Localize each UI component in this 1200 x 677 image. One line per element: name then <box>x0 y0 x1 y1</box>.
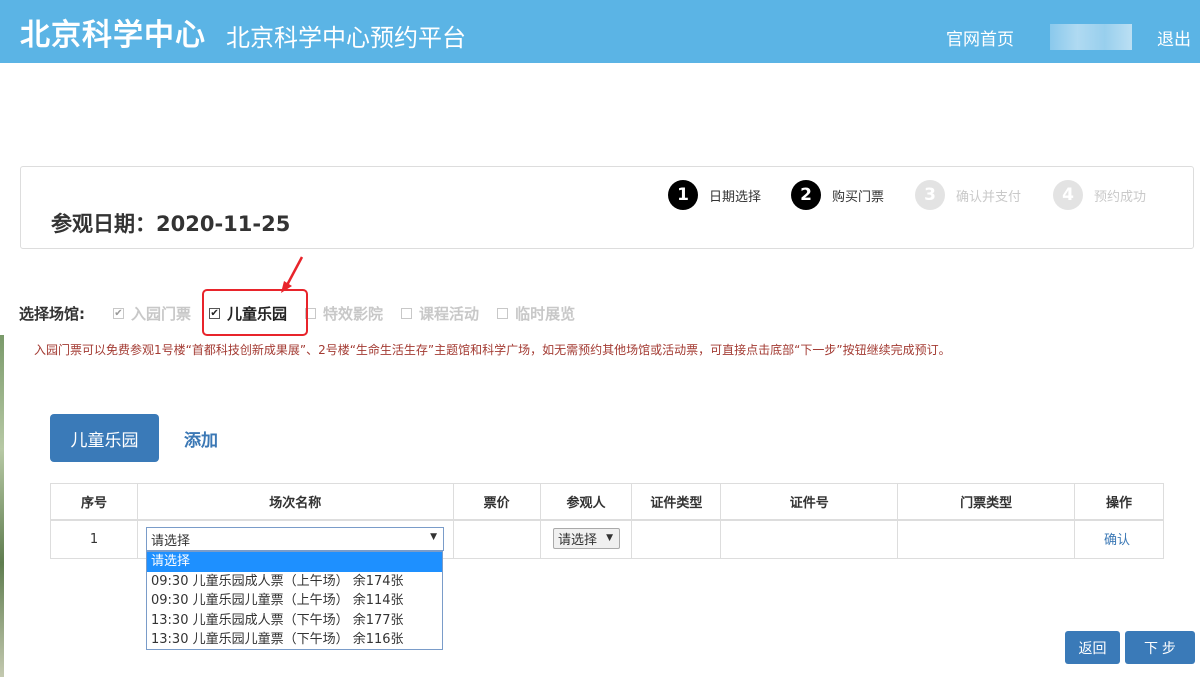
step-4: 4 预约成功 <box>1053 180 1146 210</box>
logout-link[interactable]: 退出 <box>1157 25 1191 50</box>
column-header: 操作 <box>1074 483 1164 521</box>
step-4-label: 预约成功 <box>1094 189 1147 205</box>
step-4-number: 4 <box>1053 180 1083 210</box>
step-2-label: 购买门票 <box>832 189 885 205</box>
notice-text: 入园门票可以免费参观1号楼“首都科技创新成果展”、2号楼“生命生活生存”主题馆和… <box>34 343 951 357</box>
tab-kids-park[interactable]: 儿童乐园 <box>50 414 159 462</box>
checkbox-checked-icon[interactable]: ✔ <box>113 307 124 319</box>
column-header: 证件类型 <box>631 483 722 521</box>
column-header: 参观人 <box>539 483 633 521</box>
annotation-arrow-icon <box>281 256 304 293</box>
venue-option-label: 入园门票 <box>131 304 192 323</box>
id-type-cell <box>631 519 722 559</box>
step-3-label: 确认并支付 <box>956 189 1022 205</box>
venue-option-courses[interactable]: 课程活动 <box>401 303 479 324</box>
step-3-number: 3 <box>915 180 945 210</box>
next-step-button[interactable]: 下 步 <box>1125 631 1195 664</box>
visitor-select-value: 请选择 <box>558 533 598 548</box>
venue-option-temp-exhibit[interactable]: 临时展览 <box>497 303 575 324</box>
column-header: 门票类型 <box>897 483 1076 521</box>
session-option[interactable]: 09:30 儿童乐园儿童票（上午场） 余114张 <box>147 591 442 611</box>
step-2: 2 购买门票 <box>791 180 884 210</box>
date-panel: 参观日期：2020-11-25 1 日期选择 2 购买门票 3 确认并支付 4 … <box>20 166 1194 249</box>
session-option[interactable]: 09:30 儿童乐园成人票（上午场） 余174张 <box>147 572 442 592</box>
back-button[interactable]: 返回 <box>1065 631 1120 664</box>
annotation-highlight-box <box>202 289 308 336</box>
platform-title: 北京科学中心预约平台 <box>226 24 466 52</box>
venue-option-label: 特效影院 <box>323 304 384 323</box>
step-1-label: 日期选择 <box>709 189 762 205</box>
step-2-number: 2 <box>791 180 821 210</box>
column-header: 票价 <box>452 483 541 521</box>
step-1-number: 1 <box>668 180 698 210</box>
venue-option-label: 临时展览 <box>515 304 576 323</box>
id-number-cell <box>720 519 899 559</box>
venue-option-label: 课程活动 <box>419 304 480 323</box>
official-home-link[interactable]: 官网首页 <box>946 25 1014 50</box>
user-name-redacted <box>1050 24 1132 50</box>
session-option[interactable]: 13:30 儿童乐园儿童票（下午场） 余116张 <box>147 630 442 650</box>
add-tab-link[interactable]: 添加 <box>184 426 218 451</box>
chevron-down-icon[interactable]: ▼ <box>430 532 437 542</box>
session-select[interactable]: 请选择 ▼ <box>146 527 444 551</box>
checkbox-icon[interactable] <box>401 307 413 319</box>
column-header: 场次名称 <box>136 483 454 521</box>
session-option[interactable]: 13:30 儿童乐园成人票（下午场） 余177张 <box>147 611 442 631</box>
venue-label: 选择场馆: <box>19 304 85 323</box>
venue-option-park-entry[interactable]: ✔ 入园门票 <box>113 303 191 324</box>
table-header-row: 序号 场次名称 票价 参观人 证件类型 证件号 门票类型 操作 <box>50 483 1164 521</box>
session-dropdown-list: 请选择 09:30 儿童乐园成人票（上午场） 余174张 09:30 儿童乐园儿… <box>146 551 443 650</box>
visitor-select[interactable]: 请选择 ▼ <box>553 528 620 549</box>
top-header: 北京科学中心 北京科学中心预约平台 官网首页 退出 <box>0 0 1200 63</box>
price-cell <box>452 519 541 559</box>
row-index: 1 <box>50 519 138 559</box>
visit-date: 参观日期：2020-11-25 <box>51 212 291 236</box>
brand-logo[interactable]: 北京科学中心 <box>20 10 206 54</box>
checkbox-icon[interactable] <box>497 307 509 319</box>
ticket-type-cell <box>897 519 1076 559</box>
confirm-link[interactable]: 确认 <box>1104 529 1130 548</box>
session-select-value: 请选择 <box>151 533 191 549</box>
step-3: 3 确认并支付 <box>915 180 1021 210</box>
column-header: 序号 <box>50 483 138 521</box>
column-header: 证件号 <box>720 483 899 521</box>
step-1: 1 日期选择 <box>668 180 761 210</box>
session-option[interactable]: 请选择 <box>147 552 442 572</box>
chevron-down-icon[interactable]: ▼ <box>606 533 613 543</box>
left-edge-decoration <box>0 335 4 677</box>
venue-option-cinema[interactable]: 特效影院 <box>305 303 383 324</box>
